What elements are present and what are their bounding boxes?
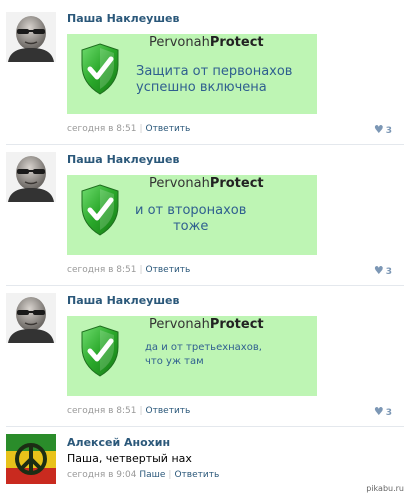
- avatar[interactable]: [6, 293, 56, 343]
- like-count: 3: [385, 408, 392, 418]
- like-button[interactable]: ♥ 3: [374, 123, 392, 136]
- like-count: 3: [385, 126, 392, 136]
- avatar[interactable]: [6, 434, 56, 484]
- author-name[interactable]: Алексей Анохин: [67, 436, 170, 449]
- reply-link[interactable]: Ответить: [174, 470, 219, 480]
- comment-time[interactable]: сегодня в 8:51: [67, 265, 136, 275]
- reply-to-link[interactable]: Паше: [139, 470, 165, 480]
- shield-check-icon: [80, 184, 120, 236]
- shield-check-icon: [80, 325, 120, 377]
- reply-link[interactable]: Ответить: [146, 406, 191, 416]
- comment-meta: сегодня в 8:51 | Ответить: [67, 265, 191, 275]
- brand-logo: PervonahProtect: [149, 35, 264, 50]
- comment-text: Паша, четвертый нах: [67, 452, 192, 465]
- shield-check-icon: [80, 43, 120, 95]
- divider: [6, 426, 404, 427]
- watermark: pikabu.ru: [364, 484, 406, 493]
- like-button[interactable]: ♥ 3: [374, 264, 392, 277]
- comment-meta: сегодня в 8:51 | Ответить: [67, 406, 191, 416]
- peace-symbol-icon: [6, 434, 56, 484]
- author-name[interactable]: Паша Наклеушев: [67, 294, 179, 307]
- like-button[interactable]: ♥ 3: [374, 405, 392, 418]
- comment-time[interactable]: сегодня в 8:51: [67, 406, 136, 416]
- protect-card: PervonahProtect и от второнахов тоже: [67, 175, 317, 255]
- author-name[interactable]: Паша Наклеушев: [67, 12, 179, 25]
- reply-link[interactable]: Ответить: [146, 265, 191, 275]
- comment-meta: сегодня в 8:51 | Ответить: [67, 124, 191, 134]
- card-message: Защита от первонахов успешно включена: [136, 64, 293, 95]
- avatar[interactable]: [6, 12, 56, 62]
- brand-logo: PervonahProtect: [149, 176, 264, 191]
- card-message: да и от третьехнахов, что уж там: [145, 342, 262, 367]
- comment-time[interactable]: сегодня в 8:51: [67, 124, 136, 134]
- comment-meta: сегодня в 9:04 Паше | Ответить: [67, 470, 220, 480]
- brand-logo: PervonahProtect: [149, 317, 264, 332]
- reply-link[interactable]: Ответить: [146, 124, 191, 134]
- divider: [6, 144, 404, 145]
- heart-icon: ♥: [373, 123, 384, 136]
- protect-card: PervonahProtect Защита от первонахов усп…: [67, 34, 317, 114]
- comment-time[interactable]: сегодня в 9:04: [67, 470, 136, 480]
- author-name[interactable]: Паша Наклеушев: [67, 153, 179, 166]
- avatar[interactable]: [6, 152, 56, 202]
- like-count: 3: [385, 267, 392, 277]
- protect-card: PervonahProtect да и от третьехнахов, чт…: [67, 316, 317, 396]
- heart-icon: ♥: [373, 405, 384, 418]
- card-message: и от второнахов тоже: [135, 203, 247, 234]
- heart-icon: ♥: [373, 264, 384, 277]
- divider: [6, 285, 404, 286]
